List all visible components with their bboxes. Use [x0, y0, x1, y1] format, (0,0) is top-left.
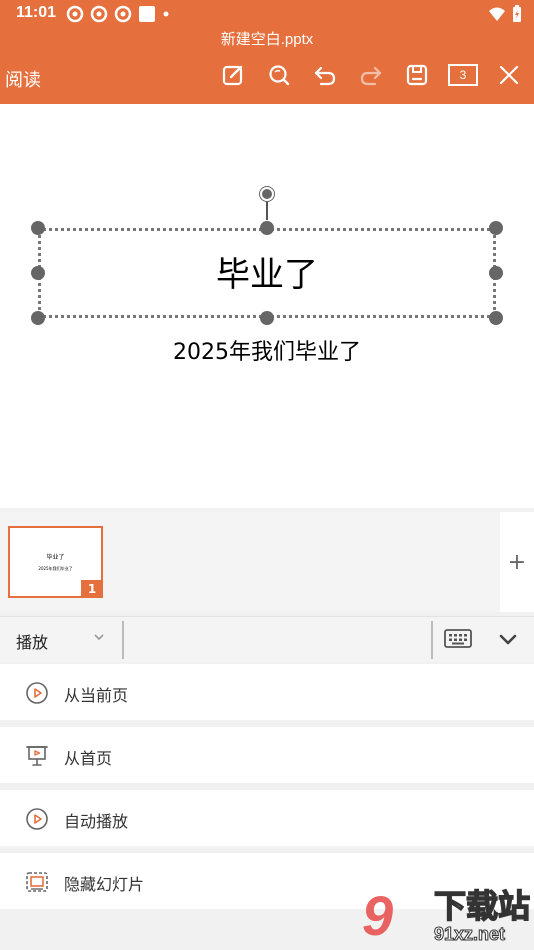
rotate-connector — [266, 200, 268, 220]
close-button[interactable] — [486, 60, 532, 90]
rotate-handle[interactable] — [260, 187, 274, 201]
close-icon — [499, 65, 519, 85]
read-mode-button[interactable]: 阅读 — [5, 66, 41, 92]
status-time: 11:01 — [16, 4, 57, 21]
resize-handle-bottom-left[interactable] — [31, 311, 45, 325]
thumbnail-subtitle: 2025年我们毕业了 — [38, 566, 73, 571]
undo-button[interactable] — [302, 60, 348, 90]
option-label: 自动播放 — [64, 812, 129, 831]
collapse-chevron-icon[interactable] — [497, 629, 519, 649]
app-header: 11:01 新建空白.pptx 阅读 3 — [0, 0, 534, 104]
play-from-first-option[interactable]: 从首页 — [0, 727, 534, 783]
app-notification-icon — [90, 5, 108, 23]
keyboard-icon[interactable] — [444, 629, 472, 649]
dot-icon — [163, 11, 169, 17]
app-notification-icon — [66, 5, 84, 23]
app-notification-icon — [114, 5, 132, 23]
play-from-current-option[interactable]: 从当前页 — [0, 664, 534, 720]
projector-icon — [26, 746, 48, 766]
search-icon — [269, 65, 290, 86]
resize-handle-bottom[interactable] — [260, 311, 274, 325]
divider — [431, 621, 433, 659]
resize-handle-top-left[interactable] — [31, 221, 45, 235]
play-circle-icon — [26, 682, 48, 704]
add-slide-button[interactable]: + — [500, 512, 534, 612]
square-notification-icon — [139, 6, 155, 22]
slide-thumbnail[interactable]: 毕业了 2025年我们毕业了 1 — [8, 526, 103, 598]
status-bar: 11:01 — [0, 0, 534, 28]
option-label: 隐藏幻灯片 — [64, 875, 145, 894]
document-title: 新建空白.pptx — [220, 31, 314, 48]
edit-icon — [222, 65, 243, 86]
watermark-url: 91xz.net — [433, 924, 506, 945]
hidden-slide-icon — [26, 872, 48, 892]
notification-icons — [66, 5, 170, 23]
option-label: 从当前页 — [64, 686, 129, 705]
thumbnail-title: 毕业了 — [46, 554, 65, 561]
redo-icon — [360, 66, 382, 86]
save-icon — [406, 64, 428, 86]
page-count: 3 — [448, 64, 478, 86]
watermark-text: 下载站 — [433, 887, 531, 925]
toolbar: 3 — [210, 60, 532, 90]
resize-handle-top-right[interactable] — [489, 221, 503, 235]
system-status-icons — [488, 5, 522, 23]
resize-handle-bottom-right[interactable] — [489, 311, 503, 325]
resize-handle-right[interactable] — [489, 266, 503, 280]
resize-handle-left[interactable] — [31, 266, 45, 280]
menu-dropdown[interactable]: 播放 — [16, 629, 48, 653]
menu-bar: 播放 — [0, 616, 534, 662]
redo-button[interactable] — [348, 60, 394, 90]
edit-button[interactable] — [210, 60, 256, 90]
chevron-down-icon[interactable] — [93, 631, 105, 643]
watermark-logo: 9 — [362, 884, 394, 947]
battery-icon — [513, 5, 521, 22]
thumbnail-number: 1 — [81, 580, 103, 598]
resize-handle-top[interactable] — [260, 221, 274, 235]
save-button[interactable] — [394, 60, 440, 90]
slide-subtitle[interactable]: 2025年我们毕业了 — [0, 334, 534, 366]
auto-play-option[interactable]: 自动播放 — [0, 790, 534, 846]
search-button[interactable] — [256, 60, 302, 90]
slide-title[interactable]: 毕业了 — [40, 247, 494, 296]
wifi-icon — [489, 7, 505, 21]
slide-canvas[interactable]: 毕业了 2025年我们毕业了 — [0, 104, 534, 508]
slide-thumbnail-strip: 毕业了 2025年我们毕业了 1 + — [0, 512, 534, 612]
page-count-button[interactable]: 3 — [440, 60, 486, 90]
undo-icon — [314, 66, 336, 86]
option-label: 从首页 — [64, 749, 113, 768]
site-watermark: 9 下载站 91xz.net — [362, 886, 534, 948]
divider — [122, 621, 124, 659]
play-circle-icon — [26, 808, 48, 830]
